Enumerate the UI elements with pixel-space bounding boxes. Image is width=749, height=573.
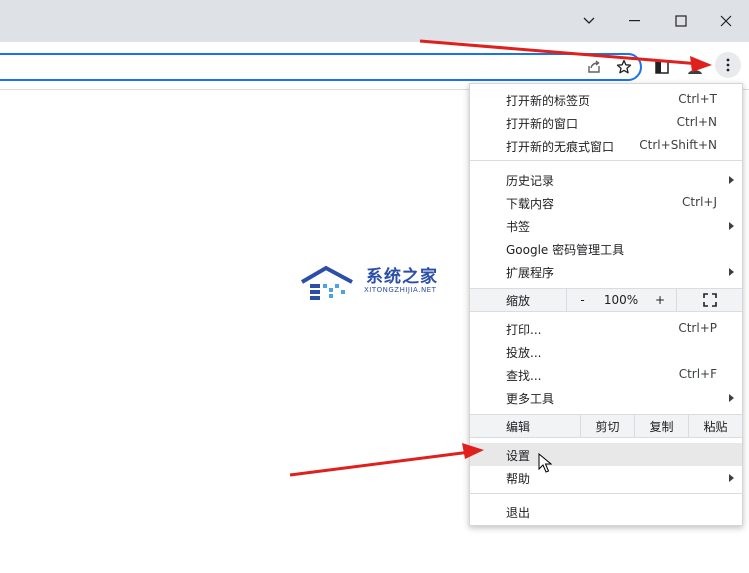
edit-label: 编辑 [506,419,531,434]
submenu-arrow-icon [729,394,734,402]
zoom-in-button[interactable]: + [644,289,676,311]
menu-item-cast[interactable]: 投放... [470,340,742,363]
minimize-button[interactable] [612,6,658,36]
menu-item-label: 更多工具 [506,392,555,406]
customize-menu-button[interactable] [715,52,741,78]
watermark-logo: 系统之家 XITONGZHIJIA.NET [296,262,456,308]
menu-item-label: 扩展程序 [506,266,555,280]
share-icon [588,60,600,73]
menu-item-shortcut: Ctrl+F [678,367,717,381]
annotation-arrow-to-settings [289,443,484,477]
menu-item-extensions[interactable]: 扩展程序 [470,260,742,283]
menu-item-label: 打开新的窗口 [506,117,579,131]
menu-item-label: 退出 [506,506,531,520]
star-icon [616,59,632,74]
submenu-arrow-icon [729,474,734,482]
maximize-button[interactable] [658,6,704,36]
fullscreen-button[interactable] [676,289,742,311]
menu-item-more-tools[interactable]: 更多工具 [470,386,742,409]
menu-item-label: 帮助 [506,472,531,486]
mouse-cursor-icon [538,453,552,473]
cut-button[interactable]: 剪切 [580,415,634,437]
menu-item-shortcut: Ctrl+P [678,321,717,335]
menu-item-label: 历史记录 [506,174,555,188]
bookmark-star-button[interactable] [612,55,636,79]
menu-item-find[interactable]: 查找... Ctrl+F [470,363,742,386]
submenu-arrow-icon [729,222,734,230]
menu-item-label: 查找... [506,369,542,383]
menu-item-help[interactable]: 帮助 [470,466,742,489]
menu-item-downloads[interactable]: 下载内容 Ctrl+J [470,191,742,214]
zoom-level: 100% [603,293,639,307]
watermark-title: 系统之家 [366,267,438,287]
menu-separator [470,160,742,161]
zoom-label: 缩放 [506,293,531,308]
menu-item-label: Google 密码管理工具 [506,243,625,257]
chevron-down-icon [583,17,595,24]
menu-item-print[interactable]: 打印... Ctrl+P [470,317,742,340]
address-bar[interactable] [0,53,642,81]
minimize-icon [629,20,640,22]
menu-item-label: 打印... [506,323,542,337]
tab-search-button[interactable] [566,6,612,36]
zoom-row: 缩放 - 100% + [470,288,742,312]
menu-item-label: 下载内容 [506,197,555,211]
menu-item-exit[interactable]: 退出 [470,500,742,523]
menu-item-password-manager[interactable]: Google 密码管理工具 [470,237,742,260]
menu-item-label: 书签 [506,220,531,234]
side-panel-icon [655,60,669,74]
menu-item-shortcut: Ctrl+T [678,92,717,106]
menu-item-history[interactable]: 历史记录 [470,168,742,191]
submenu-arrow-icon [729,268,734,276]
menu-item-shortcut: Ctrl+Shift+N [639,138,717,152]
menu-item-new-tab[interactable]: 打开新的标签页 Ctrl+T [470,88,742,111]
menu-item-label: 打开新的标签页 [506,94,591,108]
submenu-arrow-icon [729,176,734,184]
title-bar [0,0,749,42]
copy-button[interactable]: 复制 [634,415,688,437]
more-vert-icon [726,58,730,72]
watermark-subtitle: XITONGZHIJIA.NET [364,286,437,294]
house-logo-icon [300,265,353,300]
edit-row: 编辑 剪切 复制 粘贴 [470,414,742,438]
menu-item-label: 打开新的无痕式窗口 [506,140,615,154]
menu-item-label: 设置 [506,449,531,463]
share-button[interactable] [582,55,606,79]
paste-button[interactable]: 粘贴 [688,415,742,437]
close-button[interactable] [703,6,749,36]
menu-item-new-window[interactable]: 打开新的窗口 Ctrl+N [470,111,742,134]
maximize-icon [675,15,687,27]
menu-item-settings[interactable]: 设置 [470,443,742,466]
close-icon [720,15,732,27]
menu-item-bookmarks[interactable]: 书签 [470,214,742,237]
menu-separator [470,493,742,494]
fullscreen-icon [702,293,717,307]
menu-item-shortcut: Ctrl+N [676,115,717,129]
menu-item-label: 投放... [506,346,542,360]
menu-item-shortcut: Ctrl+J [682,195,717,209]
profile-icon [688,60,702,74]
profile-button[interactable] [683,55,707,79]
menu-item-new-incognito-window[interactable]: 打开新的无痕式窗口 Ctrl+Shift+N [470,134,742,157]
chrome-main-menu: 打开新的标签页 Ctrl+T 打开新的窗口 Ctrl+N 打开新的无痕式窗口 C… [469,83,743,526]
zoom-out-button[interactable]: - [566,289,598,311]
side-panel-button[interactable] [650,55,674,79]
